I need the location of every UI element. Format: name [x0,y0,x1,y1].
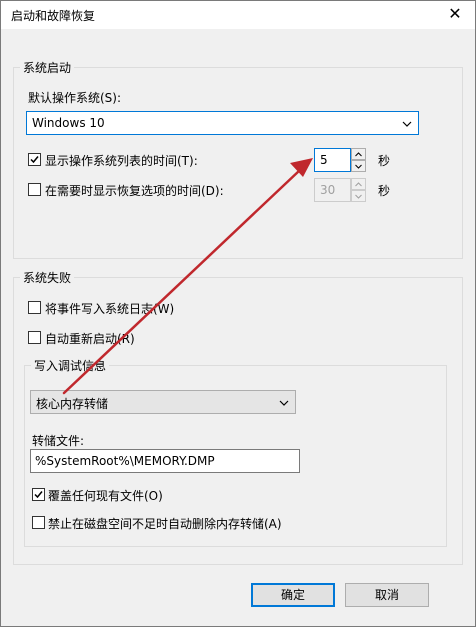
default-os-select[interactable]: Windows 10 [26,111,419,135]
system-failure-title: 系统失败 [20,269,75,286]
default-os-value: Windows 10 [32,116,105,130]
recovery-time-value: 30 [320,183,336,197]
check-icon [30,156,39,164]
os-list-time-unit: 秒 [378,154,391,168]
show-os-list-checkbox[interactable] [28,153,41,166]
title-bar: 启动和故障恢复 ✕ [1,1,475,29]
spin-down-button[interactable] [351,160,366,172]
check-icon [34,491,43,499]
spin-up-button[interactable] [351,148,366,160]
debug-type-select[interactable]: 核心内存转储 [30,390,296,414]
recovery-time-spinner [351,178,366,202]
auto-restart-checkbox[interactable] [28,331,41,344]
disable-auto-delete-checkbox[interactable] [32,516,45,529]
dump-file-value: %SystemRoot%\MEMORY.DMP [35,454,215,468]
os-list-time-value: 5 [320,153,328,167]
os-list-time-spinner [351,148,366,172]
os-list-time-input[interactable]: 5 [314,148,351,172]
system-startup-title: 系统启动 [20,59,75,76]
chevron-down-icon [355,164,362,169]
chevron-down-icon [355,194,362,199]
overwrite-label: 覆盖任何现有文件(O) [48,489,163,503]
disable-auto-delete-label: 禁止在磁盘空间不足时自动删除内存转储(A) [48,517,282,531]
chevron-down-icon [279,400,289,406]
chevron-up-icon [355,152,362,157]
chevron-down-icon [402,121,412,127]
close-icon[interactable]: ✕ [445,4,465,23]
dump-file-label: 转储文件: [32,434,85,448]
overwrite-checkbox[interactable] [32,488,45,501]
show-os-list-label: 显示操作系统列表的时间(T): [45,154,198,168]
debug-info-title: 写入调试信息 [31,357,110,374]
write-event-checkbox[interactable] [28,301,41,314]
chevron-up-icon [355,182,362,187]
show-recovery-label: 在需要时显示恢复选项的时间(D): [45,184,224,198]
recovery-time-unit: 秒 [378,184,391,198]
auto-restart-label: 自动重新启动(R) [45,332,135,346]
spin-down-button[interactable] [351,190,366,202]
cancel-button[interactable]: 取消 [345,583,429,607]
write-event-label: 将事件写入系统日志(W) [45,302,175,316]
spin-up-button[interactable] [351,178,366,190]
debug-type-value: 核心内存转储 [36,397,109,411]
default-os-label: 默认操作系统(S): [28,91,122,105]
dialog-title: 启动和故障恢复 [11,9,96,23]
ok-button[interactable]: 确定 [251,583,335,607]
startup-recovery-dialog: 启动和故障恢复 ✕ 系统启动 默认操作系统(S): Windows 10 显示操… [0,0,476,627]
show-recovery-checkbox[interactable] [28,183,41,196]
dump-file-input[interactable]: %SystemRoot%\MEMORY.DMP [30,449,300,473]
recovery-time-input[interactable]: 30 [314,178,351,202]
